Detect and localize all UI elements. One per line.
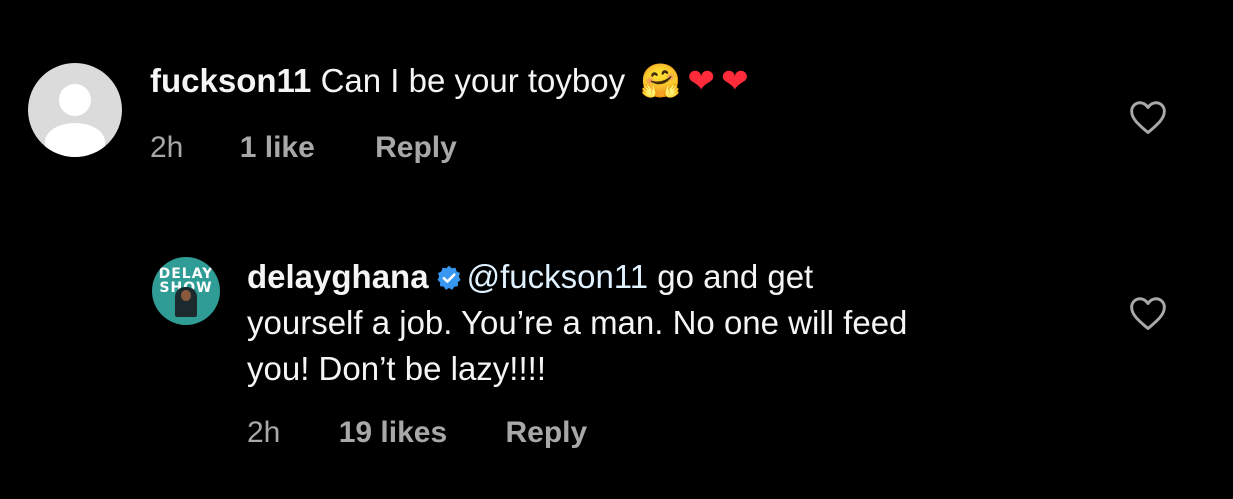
like-heart-icon[interactable] [1128, 295, 1168, 331]
reply-line-1: delayghana @fuckson11 go and get [247, 254, 1107, 300]
heart-outline-icon [1130, 297, 1166, 331]
reply-text: delayghana @fuckson11 go and get yoursel… [247, 254, 1107, 392]
mention-link[interactable]: @fuckson11 [467, 258, 648, 295]
avatar-head-shape [59, 83, 91, 116]
avatar-body-shape [44, 123, 106, 157]
comment-text: fuckson11 Can I be your toyboy 🤗 ❤ ❤ [150, 58, 1110, 104]
reply-like-count[interactable]: 19 likes [339, 416, 447, 450]
reply-body-line-1: go and get [657, 258, 814, 295]
comment-meta: 2h 1 like Reply [150, 131, 457, 165]
reply-time: 2h [247, 416, 281, 449]
reply-username[interactable]: delayghana [247, 258, 429, 295]
heart-outline-icon [1130, 101, 1166, 135]
avatar-person-face [181, 290, 191, 301]
hugging-face-emoji: 🤗 [640, 61, 682, 100]
reply-body-line-3: you! Don’t be lazy!!!! [247, 350, 546, 387]
user-avatar[interactable] [28, 63, 122, 157]
reply-meta: 2h 19 likes Reply [247, 416, 587, 450]
comment-body: Can I be your toyboy [320, 62, 626, 99]
reply-button[interactable]: Reply [506, 416, 588, 450]
delayghana-avatar[interactable]: DELAY SHOW [152, 257, 220, 325]
like-heart-icon[interactable] [1128, 99, 1168, 135]
red-heart-emoji: ❤ [721, 61, 749, 100]
red-heart-emoji: ❤ [687, 61, 716, 100]
comment-like-count[interactable]: 1 like [240, 131, 315, 165]
reply-button[interactable]: Reply [375, 131, 457, 165]
comment-time: 2h [150, 131, 184, 164]
verified-badge-icon [437, 265, 461, 290]
comment-username[interactable]: fuckson11 [150, 62, 311, 99]
reply-body-line-2: yourself a job. You’re a man. No one wil… [247, 304, 908, 341]
